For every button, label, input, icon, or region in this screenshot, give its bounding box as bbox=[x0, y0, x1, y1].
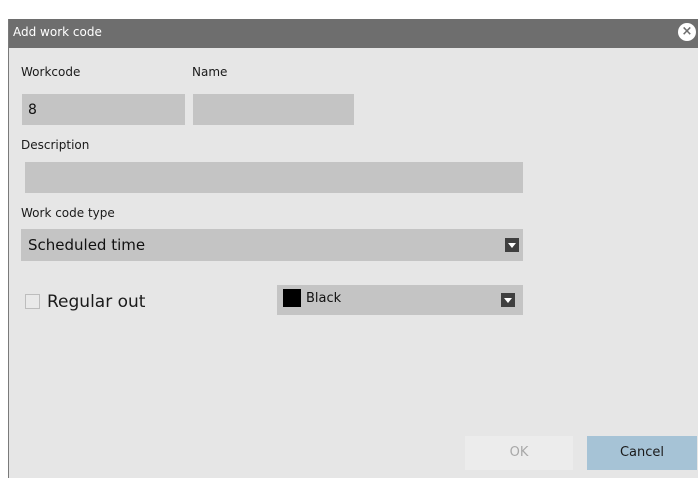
color-value: Black bbox=[306, 291, 342, 306]
regular-out-label: Regular out bbox=[47, 292, 146, 312]
color-swatch bbox=[283, 289, 301, 307]
add-work-code-dialog: Add work code × Workcode Name Descriptio… bbox=[8, 19, 698, 478]
workcode-label: Workcode bbox=[21, 65, 81, 79]
description-input[interactable] bbox=[25, 162, 523, 193]
name-label: Name bbox=[192, 65, 228, 79]
name-input[interactable] bbox=[193, 94, 354, 125]
work-code-type-label: Work code type bbox=[21, 206, 115, 220]
chevron-down-icon[interactable] bbox=[501, 293, 515, 307]
workcode-input[interactable] bbox=[22, 94, 185, 125]
dialog-titlebar[interactable]: Add work code × bbox=[9, 19, 698, 48]
close-icon[interactable]: × bbox=[678, 23, 696, 41]
cancel-button[interactable]: Cancel bbox=[587, 436, 697, 470]
ok-button[interactable]: OK bbox=[465, 436, 573, 470]
color-select[interactable]: Black bbox=[277, 285, 523, 315]
work-code-type-select[interactable]: Scheduled time bbox=[21, 229, 523, 261]
work-code-type-value: Scheduled time bbox=[28, 236, 146, 254]
description-label: Description bbox=[21, 138, 90, 152]
regular-out-checkbox[interactable] bbox=[25, 294, 40, 309]
chevron-down-icon[interactable] bbox=[505, 238, 519, 252]
dialog-title: Add work code bbox=[13, 25, 102, 39]
